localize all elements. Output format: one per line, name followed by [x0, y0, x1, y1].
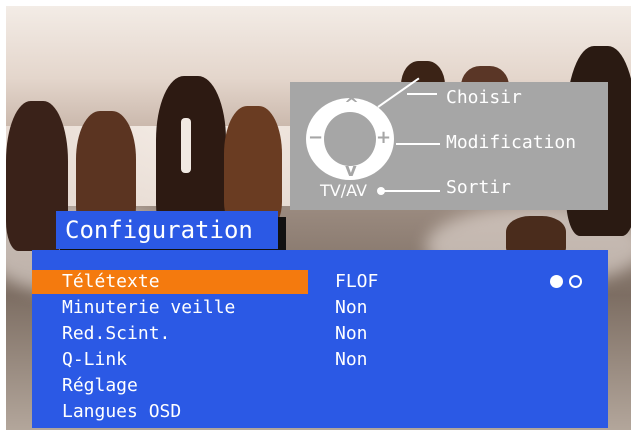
plus-icon: +: [376, 127, 392, 148]
menu-item-tuning[interactable]: Réglage: [32, 374, 608, 398]
exit-leader-line: [384, 190, 440, 192]
menu-item-flicker-reduction[interactable]: Red.Scint. Non: [32, 322, 608, 346]
option-indicator-empty-icon: [569, 275, 582, 288]
menu-title: Configuration: [56, 211, 278, 249]
menu-item-value[interactable]: FLOF: [335, 270, 378, 294]
menu-item-label: Langues OSD: [62, 401, 182, 422]
menu-item-label: Red.Scint.: [62, 323, 171, 344]
choose-leader-line: [407, 93, 437, 95]
choose-label: Choisir: [446, 87, 522, 108]
menu-item-q-link[interactable]: Q-Link Non: [32, 348, 608, 372]
pad-center: [324, 112, 376, 166]
option-indicator-filled-icon: [550, 275, 563, 288]
minus-icon: −: [308, 127, 324, 148]
menu-item-value[interactable]: Non: [335, 348, 368, 372]
menu-item-label: Réglage: [62, 375, 138, 396]
menu-item-label: Q-Link: [62, 349, 128, 370]
modify-leader-line: [396, 143, 440, 145]
menu-item-label: Télétexte: [62, 271, 160, 292]
menu-item-value[interactable]: Non: [335, 322, 368, 346]
horse-blaze: [181, 118, 191, 173]
exit-label: Sortir: [446, 177, 512, 198]
modify-label: Modification: [446, 132, 577, 153]
horse-image: [224, 106, 282, 226]
down-arrow-icon: v: [345, 160, 357, 181]
setup-menu: Télétexte FLOF Minuterie veille Non Red.…: [32, 250, 608, 428]
remote-help-panel: ^ v − + Choisir Modification TV/AV Sorti…: [290, 77, 608, 210]
menu-item-label: Minuterie veille: [62, 297, 236, 318]
navigation-pad-icon: ^ v − +: [306, 94, 394, 181]
menu-item-osd-language[interactable]: Langues OSD: [32, 400, 608, 424]
menu-item-value[interactable]: Non: [335, 296, 368, 320]
up-arrow-icon: ^: [344, 94, 360, 115]
tv-av-button-label: TV/AV: [320, 181, 367, 200]
menu-item-sleep-timer[interactable]: Minuterie veille Non: [32, 296, 608, 320]
menu-item-teletext[interactable]: Télétexte FLOF: [32, 270, 608, 294]
